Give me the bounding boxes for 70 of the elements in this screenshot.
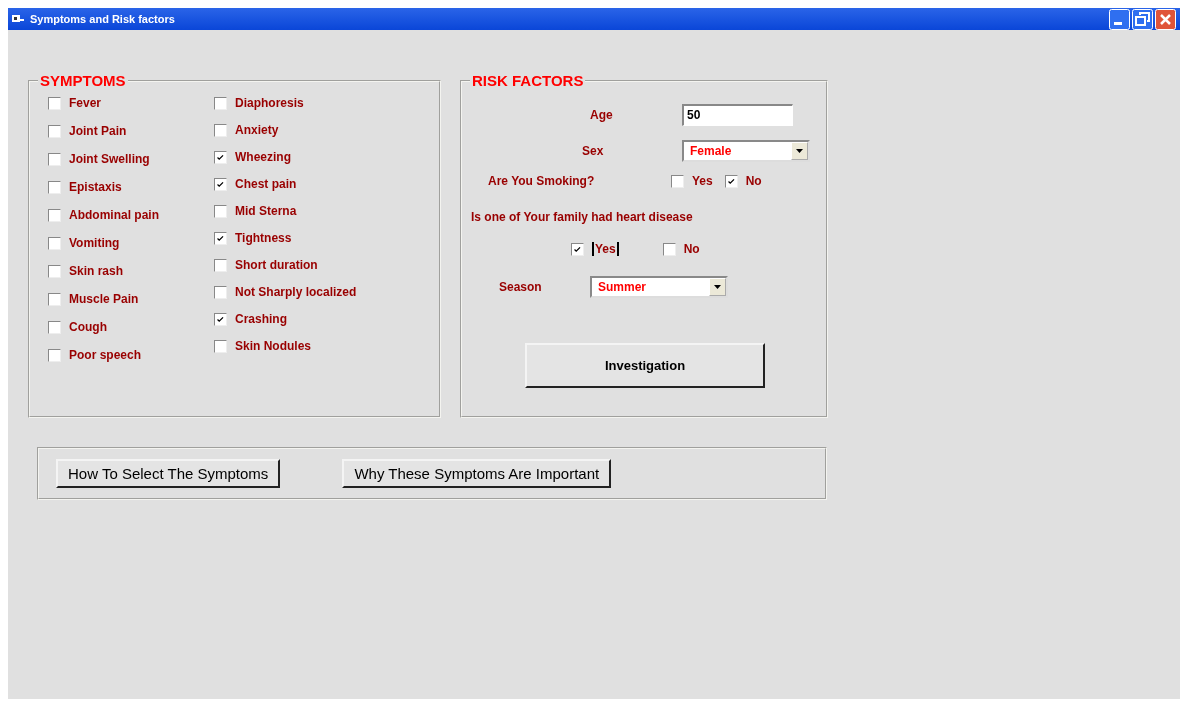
checkbox[interactable] <box>214 150 227 164</box>
checkbox-label: Poor speech <box>69 348 142 362</box>
restore-icon[interactable] <box>1132 8 1153 30</box>
sex-dropdown[interactable]: Female <box>682 140 810 162</box>
checkbox[interactable] <box>214 312 227 326</box>
help-button[interactable]: How To Select The Symptoms <box>56 459 281 488</box>
investigation-button[interactable]: Investigation <box>525 343 765 388</box>
checkbox-label: No <box>683 242 700 256</box>
checkbox[interactable] <box>214 258 227 272</box>
checkbox-label: Muscle Pain <box>69 292 139 306</box>
checkbox[interactable] <box>724 174 738 188</box>
checkbox[interactable] <box>48 292 61 306</box>
checkbox-label: Skin rash <box>69 264 124 278</box>
dropdown-value: Summer <box>598 280 647 294</box>
checkbox[interactable] <box>671 174 684 188</box>
checkbox-label: Abdominal pain <box>69 208 159 222</box>
dropdown-value: Female <box>690 144 732 158</box>
close-icon[interactable] <box>1155 8 1176 30</box>
checkbox-label: Short duration <box>235 258 318 272</box>
checkbox[interactable] <box>48 152 61 166</box>
checkbox-label: Cough <box>69 320 107 334</box>
checkbox-label: Joint Pain <box>69 124 127 138</box>
minimize-icon[interactable] <box>1109 8 1130 30</box>
checkbox-label: Wheezing <box>235 150 291 164</box>
checkbox-label: Epistaxis <box>69 180 122 194</box>
checkbox[interactable] <box>48 96 61 110</box>
field-label: Season <box>499 280 543 294</box>
caret-icon <box>714 285 721 289</box>
checkbox[interactable] <box>48 180 61 194</box>
checkbox[interactable] <box>214 123 227 137</box>
checkbox[interactable] <box>214 339 227 353</box>
field-label: Age <box>590 108 614 122</box>
checkbox-label: Not Sharply localized <box>235 285 357 299</box>
checkbox-label: Joint Swelling <box>69 152 150 166</box>
checkbox[interactable] <box>571 242 584 256</box>
checkbox-label: Skin Nodules <box>235 339 311 353</box>
checkbox[interactable] <box>214 231 227 245</box>
checkbox-label: Vomiting <box>69 236 120 250</box>
checkbox-label: No <box>745 174 762 188</box>
help-button[interactable]: Why These Symptoms Are Important <box>342 459 612 488</box>
checkbox-label: Yes <box>692 174 713 188</box>
window-title: Symptoms and Risk factors <box>30 13 176 25</box>
dropdown-button[interactable] <box>791 142 808 160</box>
checkbox[interactable] <box>48 348 61 362</box>
checkbox[interactable] <box>48 236 61 250</box>
question-label: Are You Smoking? <box>488 174 596 188</box>
checkbox-label: Tightness <box>235 231 292 245</box>
checkbox-label: Chest pain <box>235 177 297 191</box>
checkbox-label: Fever <box>69 96 102 110</box>
checkbox[interactable] <box>214 177 227 191</box>
checkbox[interactable] <box>48 208 61 222</box>
checkbox[interactable] <box>48 124 61 138</box>
checkbox-label: Crashing <box>235 312 287 326</box>
season-dropdown[interactable]: Summer <box>590 276 728 298</box>
checkbox[interactable] <box>48 320 61 334</box>
question-label: Is one of Your family had heart disease <box>471 210 693 224</box>
field-label: Sex <box>582 144 605 158</box>
checkbox[interactable] <box>48 264 61 278</box>
checkbox[interactable] <box>214 204 227 218</box>
checkbox-label: Mid Sterna <box>235 204 297 218</box>
checkbox-label: Yes <box>592 242 619 256</box>
checkbox-label: Diaphoresis <box>235 96 304 110</box>
checkbox[interactable] <box>214 96 227 110</box>
age-field[interactable]: 50 <box>682 104 793 126</box>
caret-icon <box>796 149 803 153</box>
dropdown-button[interactable] <box>709 278 726 296</box>
checkbox-label: Anxiety <box>235 123 279 137</box>
app-icon <box>12 14 24 24</box>
checkbox[interactable] <box>662 242 676 256</box>
checkbox[interactable] <box>214 285 227 299</box>
